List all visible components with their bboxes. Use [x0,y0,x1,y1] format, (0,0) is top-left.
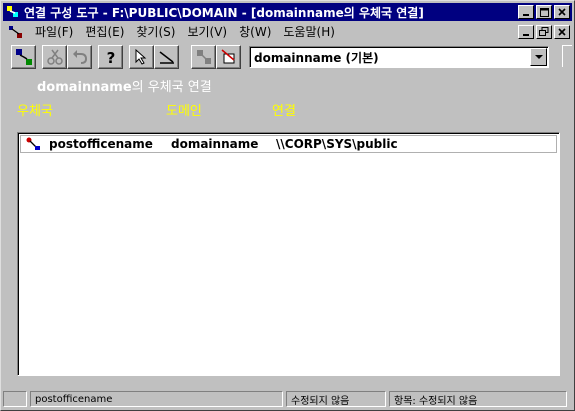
status-selected: postofficename [30,391,283,407]
column-header-postoffice[interactable]: 우체국 [17,100,53,119]
network-connect-icon [15,49,32,65]
cut-button[interactable] [42,45,67,69]
menu-file[interactable]: 파일(F) [29,23,79,40]
maximize-button[interactable] [536,5,552,19]
svg-text:?: ? [106,49,115,66]
window-title: 연결 구성 도구 - F:\PUBLIC\DOMAIN - [domainnam… [24,5,424,20]
child-minimize-button[interactable] [518,24,534,39]
column-header-domain[interactable]: 도메인 [166,100,202,119]
row-domain: domainname [171,137,259,151]
table-row[interactable]: postofficename domainname \\CORP\SYS\pub… [20,135,557,153]
undo-button[interactable] [67,45,92,69]
close-button[interactable] [554,5,570,19]
close-icon [558,8,566,16]
pointer-icon [135,48,146,65]
edit-connection-icon [221,49,234,64]
chevron-down-icon [534,54,543,59]
domain-select-value: domainname (기본) [254,50,379,65]
document-icon[interactable] [7,24,25,40]
heading-suffix: 의 우체국 연결 [131,80,212,95]
status-modified: 수정되지 않음 [286,391,386,407]
properties-icon [196,50,211,64]
status-items: 항목: 수정되지 않음 [389,391,567,407]
minimize-button[interactable] [518,5,534,19]
row-postoffice: postofficename [49,137,153,151]
question-icon: ? [106,49,115,66]
toolbar-overflow-button[interactable] [562,45,572,67]
connect-button[interactable] [11,45,36,69]
menu-bar: 파일(F) 편집(E) 찾기(S) 보기(V) 창(W) 도움말(H) [3,22,572,41]
minimize-icon [523,14,529,16]
link-icon [159,51,174,64]
domain-select[interactable]: domainname (기본) [249,46,549,68]
postoffice-icon [25,137,41,151]
undo-icon [72,50,87,64]
child-close-button[interactable] [554,24,570,39]
toolbar: ? domainname (기본) [3,43,572,71]
maximize-icon [539,7,549,17]
link-tool-button[interactable] [154,45,179,69]
app-icon[interactable] [5,4,21,20]
pointer-tool-button[interactable] [129,45,154,69]
connection-list[interactable]: postofficename domainname \\CORP\SYS\pub… [17,132,560,376]
menu-view[interactable]: 보기(V) [181,23,233,40]
menu-find[interactable]: 찾기(S) [130,23,181,40]
domain-select-dropdown-button[interactable] [530,48,547,66]
close-icon [558,27,566,36]
heading-domain-name: domainname [37,80,132,95]
restore-icon [539,27,549,36]
edit-connection-button[interactable] [216,45,241,69]
menu-help[interactable]: 도움말(H) [277,23,341,40]
cut-icon [46,49,63,65]
menu-edit[interactable]: 편집(E) [79,23,130,40]
app-window: 연결 구성 도구 - F:\PUBLIC\DOMAIN - [domainnam… [0,0,575,411]
help-button[interactable]: ? [98,45,123,69]
minimize-icon [523,33,529,36]
row-connection: \\CORP\SYS\public [276,137,398,151]
column-header-connection[interactable]: 연결 [272,100,296,119]
page-heading: domainname의 우체국 연결 [37,76,212,95]
child-restore-button[interactable] [536,24,552,39]
menu-window[interactable]: 창(W) [233,23,277,40]
status-bar: postofficename 수정되지 않음 항목: 수정되지 않음 [3,390,572,408]
title-bar[interactable]: 연결 구성 도구 - F:\PUBLIC\DOMAIN - [domainnam… [3,3,572,21]
status-panel-blank [3,391,27,407]
properties-button[interactable] [191,45,216,69]
